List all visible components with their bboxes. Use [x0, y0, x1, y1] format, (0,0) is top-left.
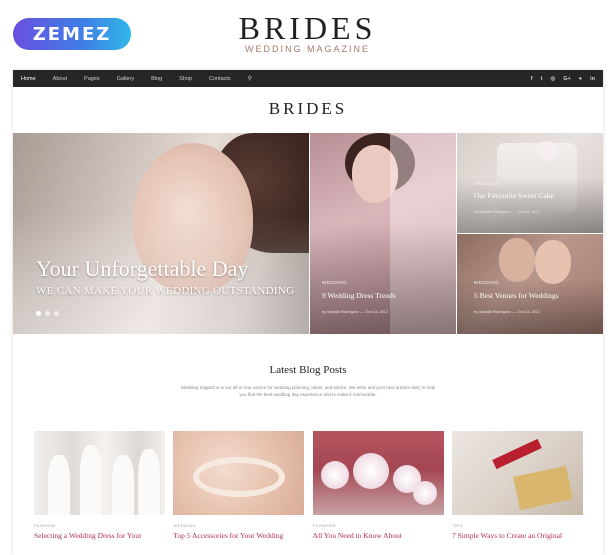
cake-topper-image — [537, 141, 557, 161]
tile-meta: by Natalie Rodriguez — Oct 14, 2017 — [474, 309, 541, 314]
blog-card-image[interactable] — [312, 431, 444, 515]
tile-shade — [457, 279, 603, 334]
slider-dot[interactable] — [36, 311, 41, 316]
gown-image — [138, 449, 160, 515]
main-navbar: Home About Pages Gallery Blog Shop Conta… — [13, 70, 603, 87]
hero-tile-sweet-cake[interactable]: WEDDING Our Favourite Sweet Cake by Nata… — [457, 133, 603, 233]
gown-image — [80, 445, 102, 515]
tile-category: WEDDING — [474, 181, 500, 186]
hero-tile-venues[interactable]: WEDDING 5 Best Venues for Weddings by Na… — [457, 234, 603, 334]
tile-shade — [310, 223, 456, 334]
website-preview: Home About Pages Gallery Blog Shop Conta… — [13, 70, 603, 555]
nav-item-pages[interactable]: Pages — [84, 76, 100, 82]
flower-image — [412, 481, 437, 505]
facebook-icon[interactable]: f — [531, 76, 533, 82]
gown-image — [48, 455, 70, 515]
blog-card[interactable]: FLOWERS All You Need to Know About — [312, 431, 444, 540]
page: ZEMEZ BRIDES WEDDING MAGAZINE Home About… — [0, 0, 615, 555]
tile-meta: by Natalie Rodriguez — Oct 14, 2017 — [322, 309, 389, 314]
blog-card[interactable]: TIPS 7 Simple Ways to Create an Original — [451, 431, 583, 540]
latest-blog-section: Latest Blog Posts Wedding magazine is ou… — [13, 364, 603, 540]
section-heading: Latest Blog Posts — [269, 364, 347, 376]
tile-title[interactable]: 5 Best Venues for Weddings — [474, 291, 559, 300]
nav-item-about[interactable]: About — [53, 76, 67, 82]
tile-meta: by Natalie Rodriguez — Oct 14, 2017 — [474, 209, 541, 214]
twitter-icon[interactable]: t — [541, 76, 543, 82]
nav-item-home[interactable]: Home — [21, 76, 36, 82]
promo-header: ZEMEZ BRIDES WEDDING MAGAZINE — [0, 0, 615, 68]
blog-card-title[interactable]: Top 5 Accessories for Your Wedding — [173, 531, 304, 540]
groom-image — [499, 238, 535, 282]
blog-card-category: FLOWERS — [312, 523, 336, 528]
nav-item-shop[interactable]: Shop — [179, 76, 192, 82]
instagram-icon[interactable]: ◎ — [550, 76, 555, 82]
blog-card-category: FASHION — [34, 523, 56, 528]
google-plus-icon[interactable]: G+ — [563, 76, 571, 82]
hero-tile-dress-trends[interactable]: WEDDING 9 Wedding Dress Trends by Natali… — [310, 133, 456, 334]
nav-item-blog[interactable]: Blog — [151, 76, 162, 82]
blog-card-category: WEDDING — [173, 523, 197, 528]
search-icon[interactable]: ⚲ — [248, 75, 252, 82]
bride-image — [535, 240, 571, 284]
hero-title: Your Unforgettable Day — [36, 256, 249, 281]
pearl-necklace-image — [193, 457, 286, 497]
nav-item-gallery[interactable]: Gallery — [117, 76, 134, 82]
blog-card-title[interactable]: All You Need to Know About — [313, 531, 444, 540]
social-links: f t ◎ G+ ● in — [523, 76, 595, 82]
hero-slide-main[interactable]: Your Unforgettable Day WE CAN MAKE YOUR … — [13, 133, 309, 334]
flower-image — [352, 453, 389, 489]
slider-dot[interactable] — [45, 311, 50, 316]
promo-title: BRIDES — [238, 10, 377, 46]
blog-card[interactable]: FASHION Selecting a Wedding Dress for Yo… — [34, 431, 165, 540]
blog-card-title[interactable]: 7 Simple Ways to Create an Original — [452, 531, 583, 540]
pinterest-icon[interactable]: ● — [579, 76, 582, 82]
section-description: Wedding magazine is our all-in-one sourc… — [180, 385, 436, 397]
gown-image — [112, 455, 134, 515]
tile-category: WEDDING — [322, 280, 348, 285]
slider-dot[interactable] — [54, 311, 59, 316]
site-logo[interactable]: BRIDES — [13, 87, 603, 133]
blog-card-title[interactable]: Selecting a Wedding Dress for Your — [34, 531, 165, 540]
envelope-image — [513, 465, 573, 511]
site-logo-title: BRIDES — [268, 99, 348, 118]
flower-image — [320, 461, 349, 489]
ribbon-image — [492, 438, 542, 470]
blog-card-image[interactable] — [451, 431, 583, 515]
blog-card-image[interactable] — [173, 431, 305, 515]
nav-item-contacts[interactable]: Contacts — [209, 76, 231, 82]
hero-subtitle: WE CAN MAKE YOUR WEDDING OUTSTANDING — [36, 285, 295, 297]
linkedin-icon[interactable]: in — [590, 76, 595, 82]
blog-card-image[interactable] — [34, 431, 165, 515]
promo-subtitle: WEDDING MAGAZINE — [244, 44, 370, 54]
hero-grid: Your Unforgettable Day WE CAN MAKE YOUR … — [13, 133, 603, 334]
blog-card-category: TIPS — [451, 523, 463, 528]
tile-title[interactable]: 9 Wedding Dress Trends — [322, 291, 396, 300]
blog-card[interactable]: WEDDING Top 5 Accessories for Your Weddi… — [173, 431, 305, 540]
blog-cards: FASHION Selecting a Wedding Dress for Yo… — [34, 431, 583, 540]
tile-category: WEDDING — [474, 280, 500, 285]
slider-dots — [36, 311, 63, 316]
tile-title[interactable]: Our Favourite Sweet Cake — [474, 191, 554, 200]
tile-shade — [457, 178, 603, 233]
